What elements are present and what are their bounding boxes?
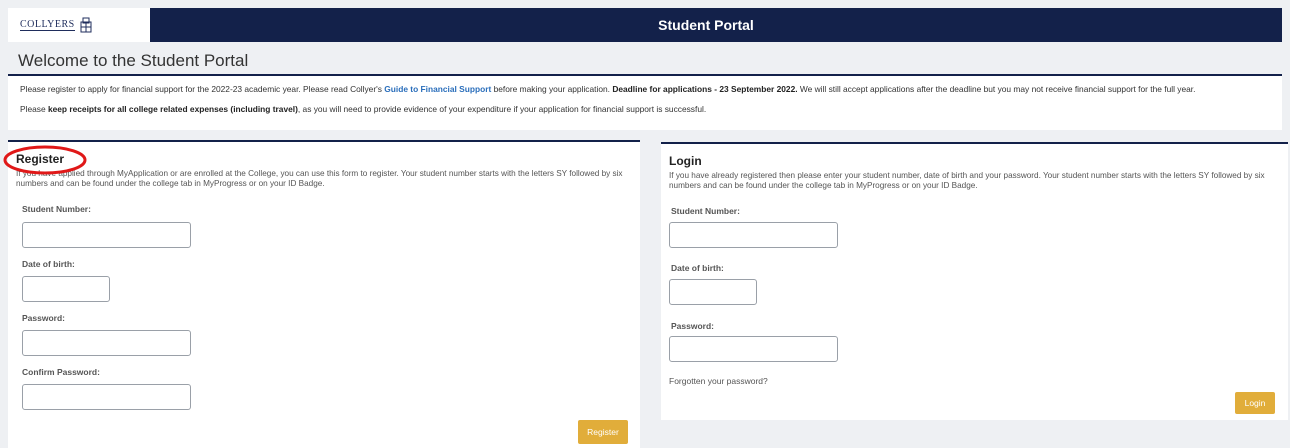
notice-text: Please bbox=[20, 103, 48, 114]
register-student-number-input[interactable] bbox=[22, 222, 191, 248]
top-bar: COLLYERS Student Portal bbox=[8, 8, 1282, 42]
notice-text: Please register to apply for financial s… bbox=[20, 84, 385, 94]
register-confirm-password-label: Confirm Password: bbox=[22, 367, 100, 377]
notice-line-1: Please register to apply for financial s… bbox=[20, 84, 1270, 95]
login-student-number-input[interactable] bbox=[669, 222, 838, 248]
college-crest-icon bbox=[80, 17, 92, 33]
college-logo[interactable]: COLLYERS bbox=[8, 8, 150, 42]
register-button[interactable]: Register bbox=[578, 420, 628, 444]
login-password-label: Password: bbox=[671, 321, 714, 331]
login-button[interactable]: Login bbox=[1235, 392, 1275, 414]
register-dob-label: Date of birth: bbox=[22, 259, 75, 269]
register-password-input[interactable] bbox=[22, 330, 191, 356]
page-title: Welcome to the Student Portal bbox=[18, 51, 249, 70]
register-dob-input[interactable] bbox=[22, 276, 110, 302]
login-student-number-label: Student Number: bbox=[671, 206, 740, 216]
receipts-text: keep receipts for all college related ex… bbox=[47, 103, 298, 114]
register-title: Register bbox=[16, 152, 65, 166]
logo-text: COLLYERS bbox=[20, 19, 75, 31]
login-dob-input[interactable] bbox=[669, 279, 757, 305]
register-confirm-password-input[interactable] bbox=[22, 384, 191, 410]
register-password-label: Password: bbox=[22, 313, 65, 323]
login-description: If you have already registered then plea… bbox=[669, 171, 1265, 191]
notice-text: , as you will need to provide evidence o… bbox=[297, 103, 707, 114]
welcome-header: Welcome to the Student Portal bbox=[8, 42, 1282, 76]
login-dob-label: Date of birth: bbox=[671, 263, 724, 273]
login-panel: Login If you have already registered the… bbox=[661, 142, 1288, 420]
forgot-password-link[interactable]: Forgotten your password? bbox=[669, 376, 768, 386]
login-title: Login bbox=[669, 154, 702, 168]
guide-financial-support-link[interactable]: Guide to Financial Support bbox=[384, 84, 491, 94]
deadline-text: Deadline for applications - 23 September… bbox=[612, 84, 798, 94]
notice-box: Please register to apply for financial s… bbox=[8, 76, 1282, 130]
portal-title: Student Portal bbox=[658, 17, 754, 33]
login-password-input[interactable] bbox=[669, 336, 838, 362]
notice-text: We will still accept applications after … bbox=[797, 84, 1196, 94]
register-description: If you have applied through MyApplicatio… bbox=[16, 169, 623, 189]
notice-line-2: Please keep receipts for all college rel… bbox=[20, 104, 1270, 115]
notice-text: before making your application. bbox=[491, 84, 613, 94]
register-panel: Register If you have applied through MyA… bbox=[8, 140, 640, 448]
register-student-number-label: Student Number: bbox=[22, 204, 91, 214]
